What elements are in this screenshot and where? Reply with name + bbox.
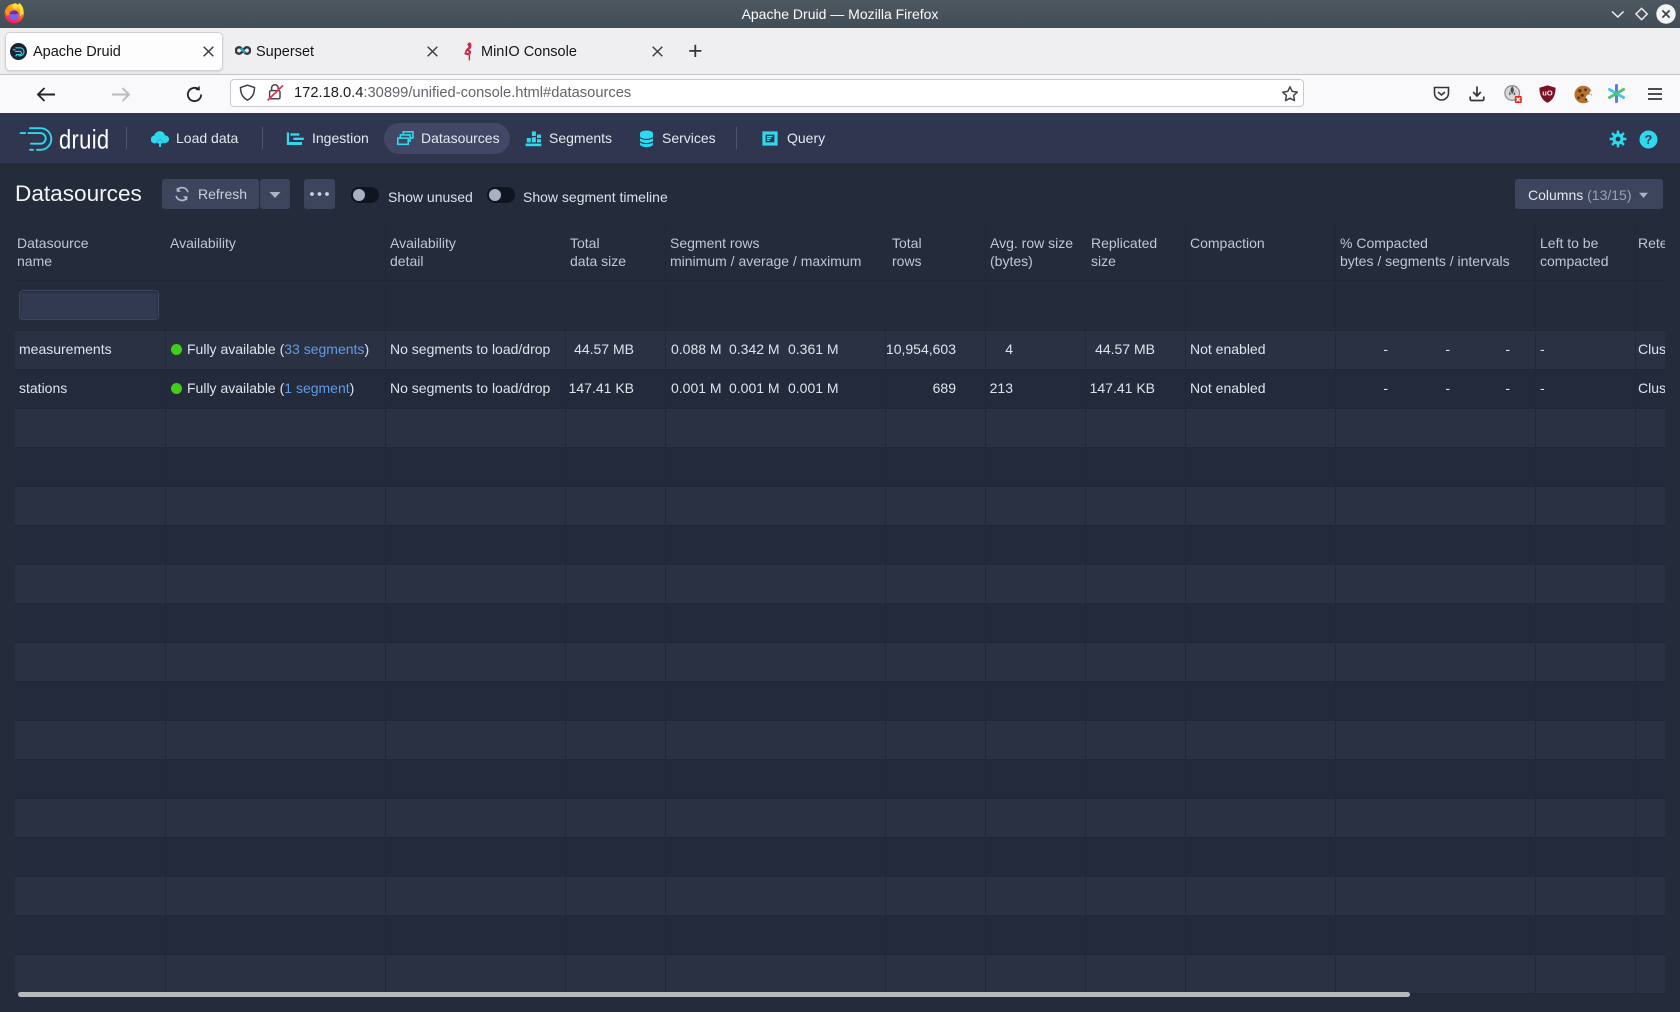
svg-text:?: ? [1645,133,1653,147]
svg-text:uO: uO [1542,89,1553,98]
